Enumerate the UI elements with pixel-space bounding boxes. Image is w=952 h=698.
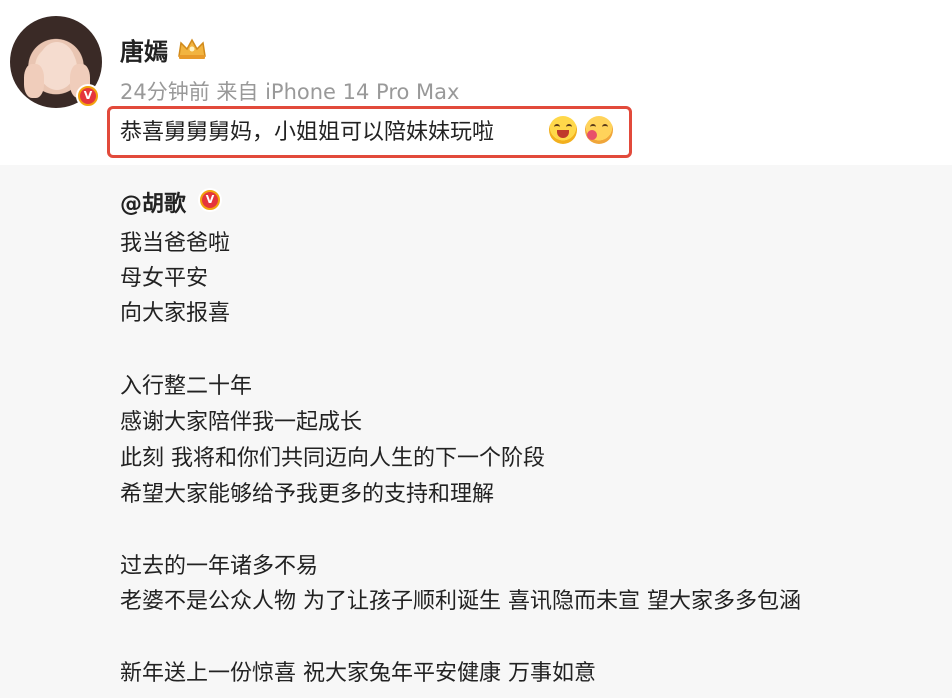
username[interactable]: 唐嫣 bbox=[120, 32, 168, 67]
post-header-area: V 唐嫣 24分钟前 来自 iPhone 14 Pro Max 恭喜舅舅舅妈，小… bbox=[0, 0, 952, 165]
post-comment-text: 恭喜舅舅舅妈，小姐姐可以陪妹妹玩啦 bbox=[120, 120, 495, 145]
post-source: 来自 iPhone 14 Pro Max bbox=[216, 80, 460, 104]
repost-line: 希望大家能够给予我更多的支持和理解 bbox=[120, 482, 495, 507]
laugh-cry-emoji bbox=[549, 116, 577, 144]
verified-v-icon: V bbox=[76, 84, 100, 108]
crown-icon[interactable] bbox=[176, 36, 208, 60]
post-timestamp[interactable]: 24分钟前 bbox=[120, 80, 210, 104]
repost-line: 新年送上一份惊喜 祝大家兔年平安健康 万事如意 bbox=[120, 661, 596, 686]
verified-v-icon: V bbox=[198, 188, 222, 212]
repost-line: 过去的一年诸多不易 bbox=[120, 554, 319, 579]
repost-line: 母女平安 bbox=[120, 266, 209, 291]
repost-line: 我当爸爸啦 bbox=[120, 231, 231, 256]
repost-line: 感谢大家陪伴我一起成长 bbox=[120, 410, 363, 435]
repost-line: 向大家报喜 bbox=[120, 301, 231, 326]
repost-line: 老婆不是公众人物 为了让孩子顺利诞生 喜讯隐而未宣 望大家多多包涵 bbox=[120, 589, 801, 614]
avatar-hand-left bbox=[24, 64, 44, 98]
repost-line: 此刻 我将和你们共同迈向人生的下一个阶段 bbox=[120, 446, 545, 471]
repost-line: 入行整二十年 bbox=[120, 374, 253, 399]
post-meta: 24分钟前 来自 iPhone 14 Pro Max bbox=[120, 76, 459, 106]
blow-kiss-emoji bbox=[585, 116, 613, 144]
repost-author[interactable]: @胡歌 bbox=[120, 186, 186, 218]
